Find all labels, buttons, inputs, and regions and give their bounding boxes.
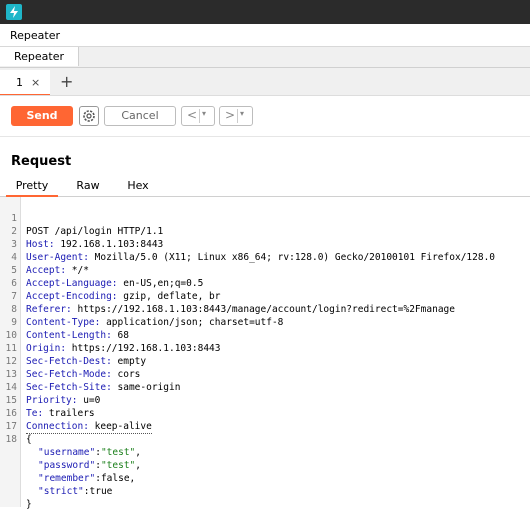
header-line: 14 Priority: u=0 — [0, 368, 530, 406]
json-open-line: { — [0, 420, 530, 445]
header-line: 9 Content-Length: 68 — [0, 303, 530, 341]
title-bar — [0, 0, 530, 24]
chevron-down-icon[interactable]: ▾ — [202, 109, 206, 118]
back-button[interactable]: < ▾ — [181, 106, 215, 126]
tool-tab-bar: Repeater — [0, 47, 530, 68]
divider — [199, 109, 200, 123]
divider — [237, 109, 238, 123]
request-title: Request — [11, 154, 72, 169]
settings-button[interactable] — [79, 106, 99, 126]
header-line: 5 Accept-Language: en-US,en;q=0.5 — [0, 251, 530, 289]
tab-repeater-label: Repeater — [13, 50, 64, 63]
json-line: "password":"test", — [0, 446, 530, 471]
repeater-tab-1[interactable]: 1 × — [0, 70, 50, 96]
request-line: 1 POST /api/login HTTP/1.1 — [0, 199, 530, 237]
header-line: 4 Accept: */* — [0, 238, 530, 276]
json-line: "username":"test", — [0, 433, 530, 458]
close-tab-icon[interactable]: × — [31, 76, 40, 89]
back-arrow-icon: < — [187, 108, 198, 122]
header-line: 12 Sec-Fetch-Mode: cors — [0, 342, 530, 380]
header-line: 2 Host: 192.168.1.103:8443 — [0, 212, 530, 250]
json-close-line: } — [0, 485, 530, 510]
forward-arrow-icon: > — [225, 108, 236, 122]
header-line: 13 Sec-Fetch-Site: same-origin — [0, 355, 530, 393]
repeater-tab-number: 1 — [16, 76, 23, 89]
json-line: "remember":false, — [0, 459, 530, 484]
header-line: 7 Referer: https://192.168.1.103:8443/ma… — [0, 277, 530, 315]
header-line: 16 Connection: keep-alive — [0, 394, 530, 434]
tab-raw[interactable]: Raw — [66, 176, 110, 195]
tab-hex[interactable]: Hex — [118, 176, 158, 195]
add-tab-icon[interactable]: + — [60, 72, 73, 91]
header-line: 6 Accept-Encoding: gzip, deflate, br — [0, 264, 530, 302]
burp-logo-icon — [6, 4, 22, 20]
request-toolbar: Send Cancel < ▾ > ▾ — [0, 95, 530, 137]
view-tabs: Pretty Raw Hex — [0, 176, 530, 197]
json-line: "strict":true — [0, 472, 530, 497]
request-editor[interactable]: 1 POST /api/login HTTP/1.1 2 Host: 192.1… — [0, 197, 530, 510]
tab-pretty[interactable]: Pretty — [6, 176, 58, 197]
cancel-button[interactable]: Cancel — [104, 106, 176, 126]
chevron-down-icon[interactable]: ▾ — [240, 109, 244, 118]
header-line: 8 Content-Type: application/json; charse… — [0, 290, 530, 328]
forward-button[interactable]: > ▾ — [219, 106, 253, 126]
header-line: 3 User-Agent: Mozilla/5.0 (X11; Linux x8… — [0, 225, 530, 263]
header-line: 15 Te: trailers — [0, 381, 530, 419]
header-line: 10 Origin: https://192.168.1.103:8443 — [0, 316, 530, 354]
repeater-tabs: 1 × + — [0, 68, 530, 96]
json-close-brace: } — [26, 499, 32, 510]
gear-icon — [83, 110, 95, 122]
menu-bar: Repeater — [0, 24, 530, 47]
send-button[interactable]: Send — [11, 106, 73, 126]
menu-repeater[interactable]: Repeater — [10, 29, 60, 42]
blank-line: 17 — [0, 407, 530, 432]
header-line: 11 Sec-Fetch-Dest: empty — [0, 329, 530, 367]
tab-repeater[interactable]: Repeater — [0, 47, 79, 66]
